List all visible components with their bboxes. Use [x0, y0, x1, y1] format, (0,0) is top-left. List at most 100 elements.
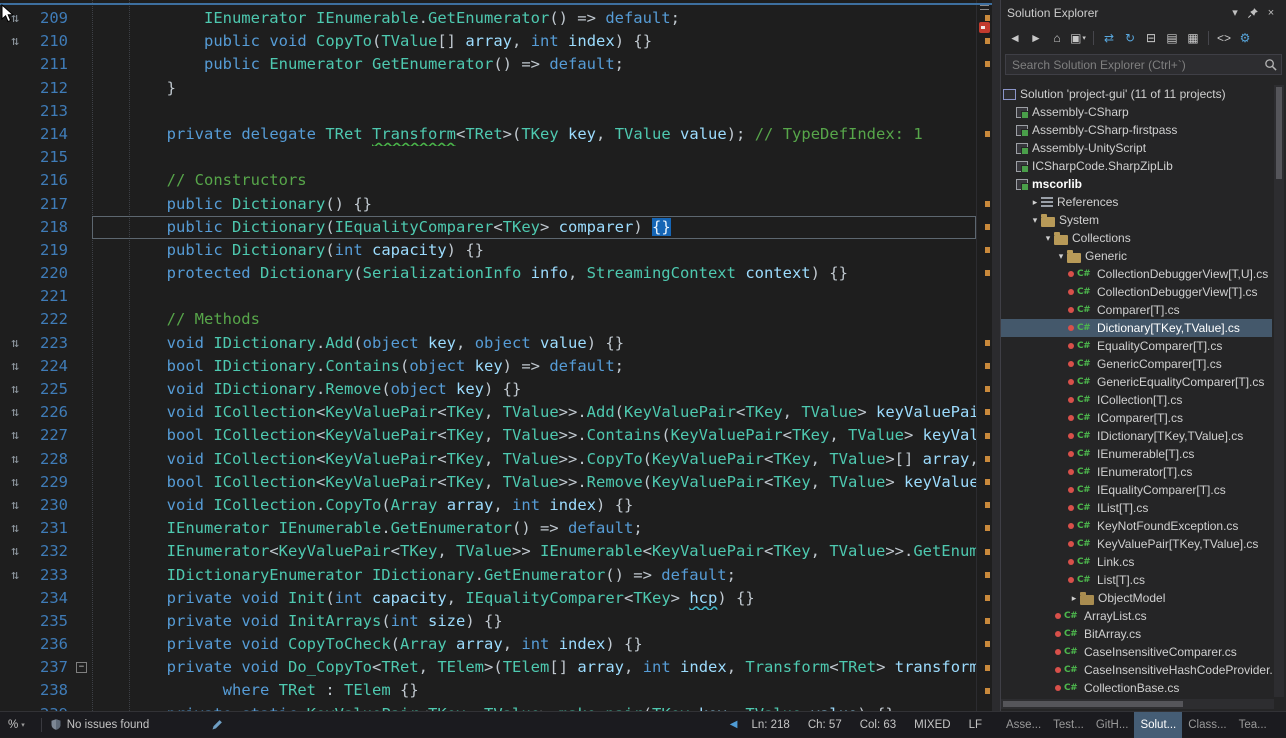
home-button[interactable]: ⌂ — [1047, 28, 1067, 48]
implements-glyph-icon[interactable]: ⇅ — [0, 448, 30, 471]
tree-item[interactable]: C#Dictionary[TKey,TValue].cs — [1001, 319, 1272, 337]
tree-item[interactable]: C#KeyNotFoundException.cs — [1001, 517, 1272, 535]
tree-item[interactable]: C#IEnumerator[T].cs — [1001, 463, 1272, 481]
split-editor-handle-icon[interactable] — [980, 5, 989, 10]
tree-item[interactable]: ICSharpCode.SharpZipLib — [1001, 157, 1272, 175]
implements-glyph-icon[interactable]: ⇅ — [0, 332, 30, 355]
implements-glyph-icon[interactable]: ⇅ — [0, 517, 30, 540]
refresh-button[interactable]: ↻ — [1120, 28, 1140, 48]
settings-button[interactable]: ⚙ — [1235, 28, 1255, 48]
tool-window-tab[interactable]: Tea... — [1233, 712, 1273, 738]
encoding-indicator[interactable]: MIXED — [914, 719, 950, 731]
tool-window-tab[interactable]: Test... — [1047, 712, 1090, 738]
preview-code-button[interactable]: <> — [1214, 28, 1234, 48]
tree-item[interactable]: C#GenericEqualityComparer[T].cs — [1001, 373, 1272, 391]
code-line[interactable]: 212 } — [0, 77, 976, 100]
code-line[interactable]: 218 public Dictionary(IEqualityComparer<… — [0, 216, 976, 239]
expand-icon[interactable]: ▸ — [1029, 197, 1041, 208]
pin-icon[interactable] — [1244, 4, 1262, 22]
collapse-icon[interactable]: ▾ — [1042, 233, 1054, 244]
implements-glyph-icon[interactable]: ⇅ — [0, 401, 30, 424]
code-line[interactable]: 213 — [0, 100, 976, 123]
tree-item[interactable]: C#CaseInsensitiveComparer.cs — [1001, 643, 1272, 661]
code-line[interactable]: ⇅209 IEnumerator IEnumerable.GetEnumerat… — [0, 7, 976, 30]
tree-item[interactable]: Assembly-UnityScript — [1001, 139, 1272, 157]
code-line[interactable]: 239 private static KeyValuePair<TKey, TV… — [0, 703, 976, 711]
tree-item[interactable]: C#CollectionDebuggerView[T,U].cs — [1001, 265, 1272, 283]
code-line[interactable]: ⇅229 bool ICollection<KeyValuePair<TKey,… — [0, 471, 976, 494]
tree-item[interactable]: C#IDictionary[TKey,TValue].cs — [1001, 427, 1272, 445]
window-position-icon[interactable]: ▾ — [1226, 4, 1244, 22]
edit-mode-icon[interactable] — [211, 719, 223, 731]
tree-item[interactable]: C#List[T].cs — [1001, 571, 1272, 589]
tree-item[interactable]: ▾System — [1001, 211, 1272, 229]
eol-indicator[interactable]: LF — [969, 719, 982, 731]
collapse-icon[interactable]: ▾ — [1029, 215, 1041, 226]
code-line[interactable]: 214 private delegate TRet Transform<TRet… — [0, 123, 976, 146]
column-indicator[interactable]: Col: 63 — [860, 719, 896, 731]
code-line[interactable]: 219 public Dictionary(int capacity) {} — [0, 239, 976, 262]
properties-button[interactable]: ▦ — [1183, 28, 1203, 48]
tree-item[interactable]: C#IEnumerable[T].cs — [1001, 445, 1272, 463]
solution-explorer-vscrollbar[interactable] — [1274, 85, 1284, 697]
search-input[interactable] — [1005, 54, 1282, 75]
code-line[interactable]: ⇅210 public void CopyTo(TValue[] array, … — [0, 30, 976, 53]
line-indicator[interactable]: Ln: 218 — [751, 719, 789, 731]
collapse-all-button[interactable]: ⊟ — [1141, 28, 1161, 48]
editor-scrollbar[interactable] — [976, 0, 992, 711]
tree-item[interactable]: C#CaseInsensitiveHashCodeProvider.cs — [1001, 661, 1272, 679]
tree-item[interactable]: mscorlib — [1001, 175, 1272, 193]
tree-item[interactable]: C#CollectionBase.cs — [1001, 679, 1272, 697]
implements-glyph-icon[interactable]: ⇅ — [0, 30, 30, 53]
tool-window-tab[interactable]: GitH... — [1090, 712, 1135, 738]
code-line[interactable]: 222 // Methods — [0, 308, 976, 331]
code-line[interactable]: ⇅231 IEnumerator IEnumerable.GetEnumerat… — [0, 517, 976, 540]
show-all-files-button[interactable]: ▤ — [1162, 28, 1182, 48]
panel-splitter[interactable] — [992, 0, 1000, 737]
vscrollbar-thumb[interactable] — [1276, 87, 1282, 179]
code-line[interactable]: 221 — [0, 285, 976, 308]
implements-glyph-icon[interactable]: ⇅ — [0, 471, 30, 494]
code-line[interactable]: 217 public Dictionary() {} — [0, 193, 976, 216]
code-editor[interactable]: ⇅209 IEnumerator IEnumerable.GetEnumerat… — [0, 0, 992, 711]
implements-glyph-icon[interactable]: ⇅ — [0, 378, 30, 401]
fold-collapse-icon[interactable]: − — [74, 656, 92, 679]
code-line[interactable]: 211 public Enumerator GetEnumerator() =>… — [0, 53, 976, 76]
code-line[interactable]: 234 private void Init(int capacity, IEqu… — [0, 587, 976, 610]
collapse-icon[interactable]: ▾ — [1055, 251, 1067, 262]
tree-item[interactable]: C#EqualityComparer[T].cs — [1001, 337, 1272, 355]
implements-glyph-icon[interactable]: ⇅ — [0, 424, 30, 447]
code-line[interactable]: ⇅227 bool ICollection<KeyValuePair<TKey,… — [0, 424, 976, 447]
tree-item[interactable]: C#IList[T].cs — [1001, 499, 1272, 517]
hscrollbar-thumb[interactable] — [1003, 701, 1183, 707]
code-line[interactable]: 237− private void Do_CopyTo<TRet, TElem>… — [0, 656, 976, 679]
tree-item[interactable]: C#ArrayList.cs — [1001, 607, 1272, 625]
code-line[interactable]: ⇅230 void ICollection.CopyTo(Array array… — [0, 494, 976, 517]
solution-explorer-titlebar[interactable]: Solution Explorer ▾ × — [1001, 0, 1286, 25]
expand-icon[interactable]: ▸ — [1068, 593, 1080, 604]
tree-item[interactable]: C#GenericComparer[T].cs — [1001, 355, 1272, 373]
implements-glyph-icon[interactable]: ⇅ — [0, 355, 30, 378]
tool-window-tab[interactable]: Class... — [1182, 712, 1232, 738]
navigate-back-icon[interactable]: ◀ — [730, 719, 738, 730]
code-line[interactable]: ⇅223 void IDictionary.Add(object key, ob… — [0, 332, 976, 355]
tool-window-tab[interactable]: Asse... — [1000, 712, 1047, 738]
solution-explorer-hscrollbar[interactable] — [1001, 699, 1274, 709]
tree-item[interactable]: ▾Generic — [1001, 247, 1272, 265]
issues-indicator[interactable]: No issues found — [50, 718, 149, 731]
code-line[interactable]: ⇅224 bool IDictionary.Contains(object ke… — [0, 355, 976, 378]
code-line[interactable]: 220 protected Dictionary(SerializationIn… — [0, 262, 976, 285]
tree-item[interactable]: Assembly-CSharp — [1001, 103, 1272, 121]
error-marker-icon[interactable] — [979, 22, 990, 33]
code-line[interactable]: 216 // Constructors — [0, 169, 976, 192]
implements-glyph-icon[interactable]: ⇅ — [0, 494, 30, 517]
implements-glyph-icon[interactable]: ⇅ — [0, 564, 30, 587]
close-icon[interactable]: × — [1262, 4, 1280, 22]
code-line[interactable]: 235 private void InitArrays(int size) {} — [0, 610, 976, 633]
tree-item[interactable]: C#IEqualityComparer[T].cs — [1001, 481, 1272, 499]
tree-item[interactable]: Solution 'project-gui' (11 of 11 project… — [1001, 85, 1272, 103]
code-line[interactable]: ⇅233 IDictionaryEnumerator IDictionary.G… — [0, 564, 976, 587]
switch-views-button[interactable]: ▣▾ — [1068, 28, 1088, 48]
code-line[interactable]: 236 private void CopyToCheck(Array array… — [0, 633, 976, 656]
tree-item[interactable]: ▾Collections — [1001, 229, 1272, 247]
